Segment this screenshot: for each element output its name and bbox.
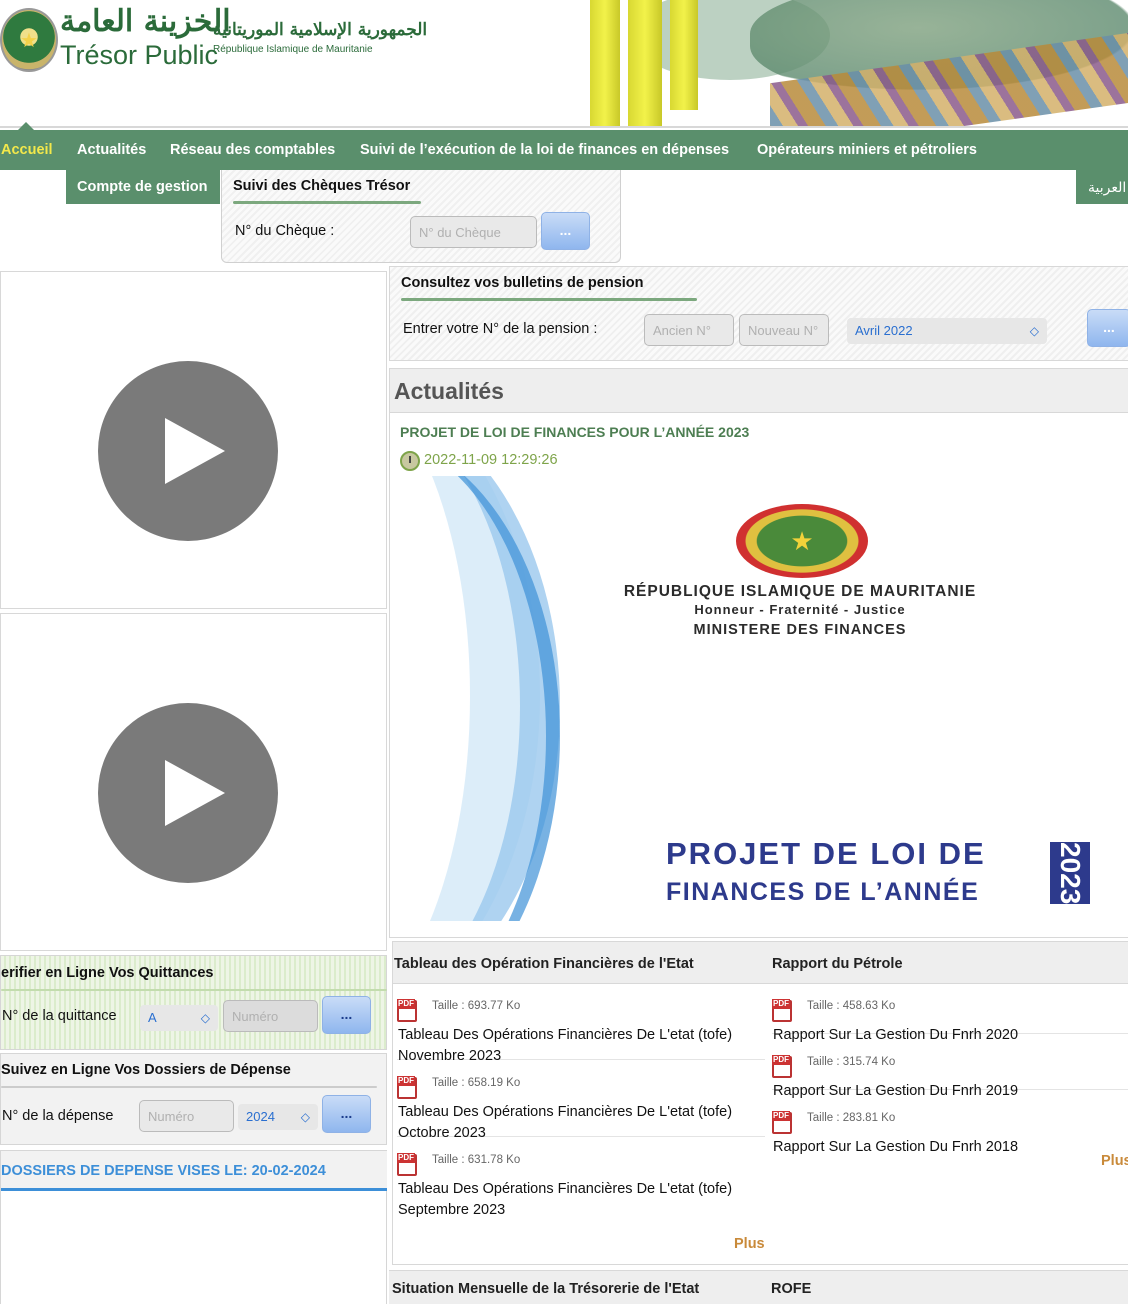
nav-item-reseau-comptables[interactable]: Réseau des comptables <box>170 130 335 170</box>
quittance-number-label: N° de la quittance <box>2 1008 117 1024</box>
cover-motto-line: Honneur - Fraternité - Justice <box>694 602 906 617</box>
nav-item-accueil[interactable]: Accueil <box>1 130 53 170</box>
chevron-updown-icon: ◇ <box>300 1110 310 1124</box>
chevron-updown-icon: ◇ <box>1029 324 1039 338</box>
depense-year-select[interactable]: 2024 ◇ <box>238 1104 318 1130</box>
republic-name-arabic: الجمهورية الإسلامية الموريتانية <box>213 20 428 40</box>
video-player-1 <box>0 271 387 609</box>
pension-title-underline <box>401 298 697 301</box>
petrole-doc-link[interactable]: Rapport Sur La Gestion Du Fnrh 2020 <box>773 1025 1018 1046</box>
pension-panel: Consultez vos bulletins de pension Entre… <box>389 266 1128 361</box>
nav-item-actualites[interactable]: Actualités <box>77 130 146 170</box>
petrole-heading: Rapport du Pétrole <box>768 942 1128 984</box>
petrole-doc-link[interactable]: Rapport Sur La Gestion Du Fnrh 2019 <box>773 1081 1018 1102</box>
active-pointer-icon <box>18 122 34 130</box>
news-section: Actualités PROJET DE LOI DE FINANCES POU… <box>389 368 1128 938</box>
news-article-date: 2022-11-09 12:29:26 <box>424 452 558 468</box>
nav-item-compte-gestion[interactable]: Compte de gestion <box>66 170 220 204</box>
pension-new-number-input[interactable]: Nouveau N° <box>739 314 829 346</box>
news-article-title[interactable]: PROJET DE LOI DE FINANCES POUR L’ANNÉE 2… <box>400 424 749 440</box>
tofe-doc-link[interactable]: Tableau Des Opérations Financières De L'… <box>398 1025 765 1067</box>
cover-year-badge: 2023 <box>1050 842 1090 904</box>
republic-name-french: République Islamique de Mauritanie <box>213 44 373 55</box>
pension-month-select[interactable]: Avril 2022 ◇ <box>847 318 1047 344</box>
tofe-doc-link[interactable]: Tableau Des Opérations Financières De L'… <box>398 1102 765 1144</box>
pdf-icon <box>397 1153 417 1176</box>
quittance-panel-title: erifier en Ligne Vos Quittances <box>1 965 214 981</box>
pdf-icon <box>397 999 417 1022</box>
petrole-doc-item[interactable]: Taille : 315.74 Ko Rapport Sur La Gestio… <box>772 1055 1128 1099</box>
pension-old-number-input[interactable]: Ancien N° <box>644 314 734 346</box>
pdf-icon <box>397 1076 417 1099</box>
cheque-submit-button[interactable]: ... <box>541 212 590 250</box>
cheque-number-input[interactable]: N° du Chèque <box>410 216 537 248</box>
pdf-icon <box>772 1111 792 1134</box>
national-emblem-icon[interactable]: ★ <box>0 8 58 72</box>
nav-item-operateurs[interactable]: Opérateurs miniers et pétroliers <box>757 130 977 170</box>
depense-panel: Suivez en Ligne Vos Dossiers de Dépense … <box>0 1053 387 1145</box>
petrole-doc-item[interactable]: Taille : 458.63 Ko Rapport Sur La Gestio… <box>772 999 1128 1043</box>
depense-submit-button[interactable]: ... <box>322 1095 371 1133</box>
cover-ministry-line: MINISTERE DES FINANCES <box>693 622 907 638</box>
news-heading: Actualités <box>390 369 1128 413</box>
tofe-heading: Tableau des Opération Financières de l'E… <box>393 942 768 984</box>
brand-name-arabic[interactable]: الخزينة العامة <box>60 4 231 39</box>
site-header: ★ الخزينة العامة Trésor Public الجمهورية… <box>0 0 1128 128</box>
quittance-number-input[interactable]: Numéro <box>223 1000 318 1032</box>
play-icon[interactable] <box>98 361 278 541</box>
depense-panel-title: Suivez en Ligne Vos Dossiers de Dépense <box>1 1062 291 1078</box>
cover-title-line1: PROJET DE LOI DE <box>666 836 986 871</box>
news-cover-image[interactable]: ★ RÉPUBLIQUE ISLAMIQUE DE MAURITANIE Hon… <box>400 476 1128 921</box>
pension-submit-button[interactable]: ... <box>1087 309 1128 347</box>
petrole-doc-item[interactable]: Taille : 283.81 Ko Rapport Sur La Gestio… <box>772 1111 1128 1155</box>
clock-icon <box>400 451 420 471</box>
depense-number-input[interactable]: Numéro <box>139 1100 234 1132</box>
cheque-number-label: N° du Chèque : <box>235 223 335 239</box>
mauritania-seal-icon: ★ <box>736 504 868 578</box>
play-icon[interactable] <box>98 703 278 883</box>
tresorerie-heading: Situation Mensuelle de la Trésorerie de … <box>392 1281 700 1297</box>
quittance-submit-button[interactable]: ... <box>322 996 371 1034</box>
cover-title-line2: FINANCES DE L’ANNÉE <box>666 878 980 906</box>
tofe-doc-item[interactable]: Taille : 658.19 Ko Tableau Des Opération… <box>397 1076 765 1141</box>
cheque-title-underline <box>233 201 421 204</box>
chevron-updown-icon: ◇ <box>200 1011 210 1025</box>
pension-panel-title: Consultez vos bulletins de pension <box>401 275 644 291</box>
tofe-doc-link[interactable]: Tableau Des Opérations Financières De L'… <box>398 1179 765 1221</box>
cheque-tracking-panel: Suivi des Chèques Trésor N° du Chèque : … <box>221 170 621 263</box>
pension-number-label: Entrer votre N° de la pension : <box>403 321 598 337</box>
nav-item-suivi-execution[interactable]: Suivi de l’exécution de la loi de financ… <box>360 130 729 170</box>
quittance-type-select[interactable]: A ◇ <box>140 1005 218 1031</box>
petrole-doc-link[interactable]: Rapport Sur La Gestion Du Fnrh 2018 <box>773 1137 1018 1158</box>
bottom-headings-row: Situation Mensuelle de la Trésorerie de … <box>389 1270 1128 1304</box>
vises-panel: DOSSIERS DE DEPENSE VISES LE: 20-02-2024 <box>0 1150 387 1304</box>
vises-date-link[interactable]: DOSSIERS DE DEPENSE VISES LE: 20-02-2024 <box>1 1163 326 1179</box>
cheque-panel-title: Suivi des Chèques Trésor <box>233 178 411 194</box>
tofe-doc-item[interactable]: Taille : 693.77 Ko Tableau Des Opération… <box>397 999 765 1064</box>
quittance-panel: erifier en Ligne Vos Quittances N° de la… <box>0 955 387 1050</box>
header-banner-image <box>590 0 1128 126</box>
tofe-doc-item[interactable]: Taille : 631.78 Ko Tableau Des Opération… <box>397 1153 765 1218</box>
language-switch-arabic[interactable]: العربية <box>1076 170 1128 204</box>
video-player-2 <box>0 613 387 951</box>
tofe-more-link[interactable]: Plus <box>734 1236 765 1252</box>
pdf-icon <box>772 1055 792 1078</box>
brand-name-french[interactable]: Trésor Public <box>60 40 218 71</box>
documents-section: Tableau des Opération Financières de l'E… <box>392 941 1128 1265</box>
cover-republic-line: RÉPUBLIQUE ISLAMIQUE DE MAURITANIE <box>623 583 977 600</box>
main-nav: Accueil Actualités Réseau des comptables… <box>0 122 1128 170</box>
depense-number-label: N° de la dépense <box>2 1108 114 1124</box>
pdf-icon <box>772 999 792 1022</box>
petrole-more-link[interactable]: Plus <box>1101 1153 1128 1169</box>
rofe-heading: ROFE <box>771 1281 812 1297</box>
